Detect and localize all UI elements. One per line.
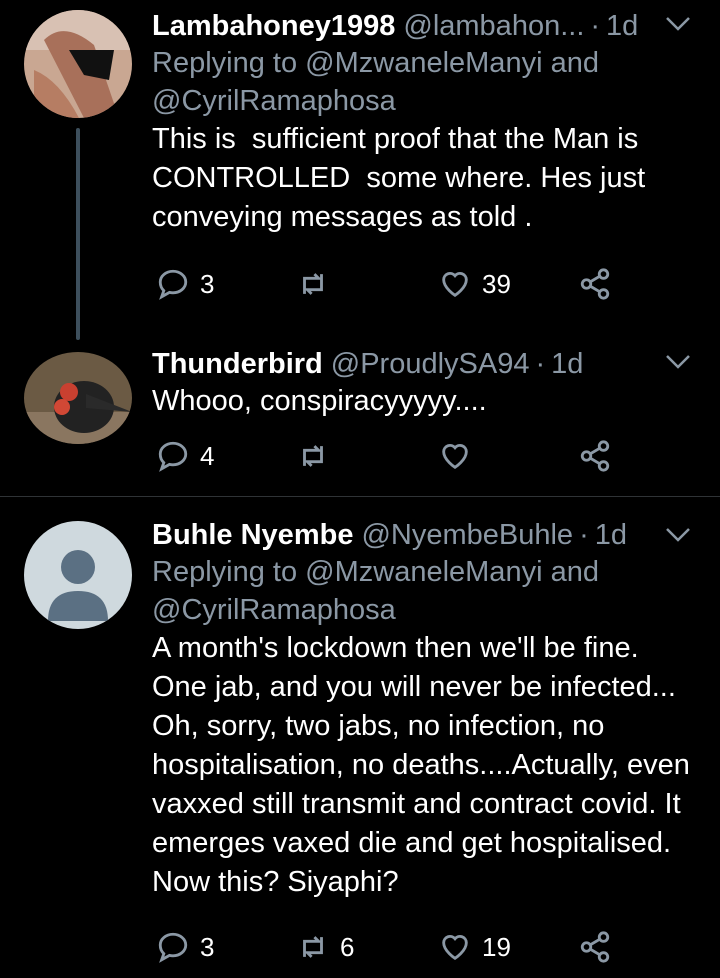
- reply-count: 3: [200, 268, 215, 299]
- chevron-down-icon[interactable]: [664, 525, 692, 545]
- like-count: 19: [482, 931, 511, 962]
- handle[interactable]: @ProudlySA94: [331, 346, 530, 382]
- like-count: 39: [482, 268, 511, 299]
- display-name[interactable]: Buhle Nyembe: [152, 517, 353, 553]
- tweet-header: Lambahoney1998 @lambahon... · 1d: [152, 8, 700, 44]
- chevron-down-icon[interactable]: [664, 352, 692, 372]
- mention-link[interactable]: @CyrilRamaphosa: [152, 594, 396, 626]
- replying-to-label: Replying to: [152, 47, 298, 79]
- heart-icon: [442, 444, 468, 470]
- handle[interactable]: @NyembeBuhle: [361, 517, 573, 553]
- share-button[interactable]: [578, 436, 612, 476]
- like-button[interactable]: 19: [438, 927, 511, 967]
- heart-icon: [442, 272, 468, 298]
- share-icon: [580, 931, 610, 963]
- tweet-3[interactable]: Buhle Nyembe @NyembeBuhle · 1d Replying …: [0, 497, 720, 978]
- retweet-count: 6: [340, 931, 355, 962]
- replying-to-and: and: [550, 47, 599, 79]
- retweet-button[interactable]: [296, 264, 340, 304]
- mention-link[interactable]: @MzwaneleManyi: [305, 556, 542, 588]
- mention-link[interactable]: @MzwaneleManyi: [305, 47, 542, 79]
- share-icon: [580, 440, 610, 472]
- replying-to-label: Replying to: [152, 556, 298, 588]
- avatar[interactable]: [24, 521, 132, 629]
- share-button[interactable]: [578, 927, 612, 967]
- retweet-button[interactable]: [296, 436, 340, 476]
- retweet-icon: [303, 273, 323, 295]
- retweet-button[interactable]: 6: [296, 927, 354, 967]
- retweet-icon: [303, 445, 323, 467]
- tweet-text: This is sufficient proof that the Man is…: [152, 123, 654, 233]
- share-button[interactable]: [578, 264, 612, 304]
- separator-dot: ·: [535, 348, 546, 380]
- tweet-2[interactable]: Thunderbird @ProudlySA94 · 1d Whooo, con…: [0, 340, 720, 496]
- reply-button[interactable]: 3: [156, 927, 214, 967]
- replying-to: Replying to @MzwaneleManyi and @CyrilRam…: [152, 44, 700, 120]
- heart-icon: [442, 935, 468, 961]
- handle[interactable]: @lambahon...: [403, 8, 584, 44]
- timestamp[interactable]: 1d: [551, 346, 583, 382]
- tweet-text: A month's lockdown then we'll be fine. O…: [152, 632, 698, 898]
- reply-icon: [158, 269, 188, 300]
- reply-count: 3: [200, 931, 215, 962]
- separator-dot: ·: [579, 519, 589, 551]
- tweet-header: Buhle Nyembe @NyembeBuhle · 1d: [152, 517, 700, 553]
- reply-button[interactable]: 3: [156, 264, 214, 304]
- like-button[interactable]: [438, 436, 482, 476]
- chevron-down-icon[interactable]: [664, 14, 692, 34]
- share-icon: [580, 268, 610, 300]
- reply-icon: [158, 932, 188, 963]
- reply-button[interactable]: 4: [156, 436, 214, 476]
- separator-dot: ·: [590, 10, 601, 42]
- reply-count: 4: [200, 440, 215, 471]
- timestamp[interactable]: 1d: [595, 517, 627, 553]
- retweet-icon: [303, 936, 323, 958]
- avatar[interactable]: [24, 10, 132, 118]
- tweet-text: Whooo, conspiracyyyyy....: [152, 385, 487, 417]
- avatar[interactable]: [24, 352, 132, 444]
- mention-link[interactable]: @CyrilRamaphosa: [152, 85, 396, 117]
- display-name[interactable]: Thunderbird: [152, 346, 323, 382]
- like-button[interactable]: 39: [438, 264, 511, 304]
- display-name[interactable]: Lambahoney1998: [152, 8, 395, 44]
- tweet-header: Thunderbird @ProudlySA94 · 1d: [152, 346, 700, 382]
- replying-to-and: and: [550, 556, 599, 588]
- replying-to: Replying to @MzwaneleManyi and @CyrilRam…: [152, 553, 700, 629]
- thread-line: [76, 128, 80, 340]
- tweet-1[interactable]: Lambahoney1998 @lambahon... · 1d Replyin…: [0, 0, 720, 340]
- reply-icon: [158, 441, 188, 472]
- timestamp[interactable]: 1d: [606, 8, 638, 44]
